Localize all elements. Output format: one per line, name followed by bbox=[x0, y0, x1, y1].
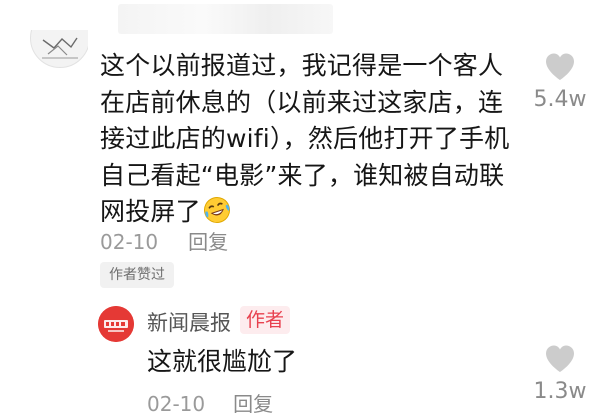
avatar-sketch-icon bbox=[42, 37, 78, 59]
reply-date: 02-10 bbox=[147, 392, 206, 416]
news-logo-icon bbox=[98, 306, 134, 342]
author-badge: 作者 bbox=[240, 306, 291, 334]
reply-button[interactable]: 回复 bbox=[188, 230, 228, 254]
heart-icon[interactable] bbox=[544, 52, 576, 81]
comment-meta: 02-10 回复 bbox=[100, 226, 228, 255]
comment-line: 接过此店的wifi），然后他打开了手机 bbox=[100, 124, 510, 153]
reply-like[interactable]: 1.3w bbox=[525, 344, 595, 404]
comment-line: 网投屏了 bbox=[100, 197, 201, 226]
comment-like[interactable]: 5.4w bbox=[525, 52, 595, 112]
reply-body: 这就很尴尬了 bbox=[147, 347, 298, 376]
comment-date: 02-10 bbox=[100, 230, 159, 254]
reply-avatar[interactable] bbox=[98, 306, 134, 342]
comment-body: 这个以前报道过，我记得是一个客人 在店前休息的（以前来过这家店，连 接过此店的w… bbox=[100, 48, 520, 231]
comment-line: 在店前休息的（以前来过这家店，连 bbox=[100, 87, 504, 117]
comment-line: 这个以前报道过，我记得是一个客人 bbox=[100, 51, 504, 80]
laughing-crying-emoji-icon bbox=[203, 197, 230, 223]
heart-icon[interactable] bbox=[544, 344, 576, 373]
commenter-avatar[interactable] bbox=[26, 30, 88, 70]
blurred-header bbox=[0, 0, 600, 46]
comment-line: 自己看起“电影”来了，谁知被自动联 bbox=[100, 160, 505, 190]
reply-button[interactable]: 回复 bbox=[233, 392, 273, 416]
author-liked-tag: 作者赞过 bbox=[100, 262, 174, 288]
blurred-username bbox=[118, 4, 333, 34]
reply-username[interactable]: 新闻晨报 bbox=[147, 307, 231, 337]
like-count: 1.3w bbox=[533, 379, 587, 404]
like-count: 5.4w bbox=[533, 87, 587, 112]
